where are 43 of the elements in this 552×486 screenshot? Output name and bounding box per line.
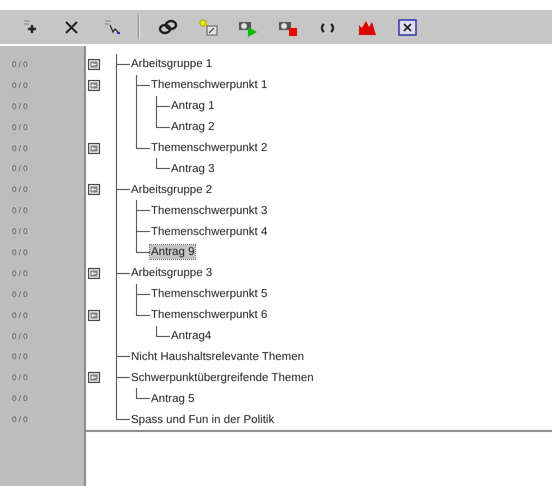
tree-item[interactable]: Themenschwerpunkt 2 xyxy=(150,141,268,155)
count-label: 0 / 0 xyxy=(11,102,29,111)
tree-item[interactable]: Arbeitsgruppe 2 xyxy=(130,182,214,197)
tree-item[interactable]: Spass und Fun in der Politik xyxy=(130,412,276,427)
tree-item[interactable]: Antrag 9 xyxy=(150,245,196,260)
count-label: 0 / 0 xyxy=(11,415,29,424)
tree-item[interactable]: Antrag 1 xyxy=(170,99,216,114)
count-label: 0 / 0 xyxy=(11,164,29,174)
count-label: 0 / 0 xyxy=(11,352,29,362)
tree-item[interactable]: Arbeitsgruppe 1 xyxy=(130,57,214,72)
count-label: 0 / 0 xyxy=(11,80,29,90)
count-label: 0 / 0 xyxy=(11,290,29,299)
node-icon[interactable] xyxy=(88,142,100,154)
count-label: 0 / 0 xyxy=(11,394,29,404)
tree-item[interactable]: Schwerpunktübergreifende Themen xyxy=(130,370,315,385)
count-label: 0 / 0 xyxy=(11,268,29,278)
tree-item[interactable]: Antrag 2 xyxy=(170,120,216,134)
tree-item[interactable]: Themenschwerpunkt 4 xyxy=(150,224,268,239)
node-icon[interactable] xyxy=(88,184,100,196)
tree-item[interactable]: Antrag4 xyxy=(170,329,212,344)
count-label: 0 / 0 xyxy=(11,227,29,236)
tree-item[interactable]: Antrag 5 xyxy=(150,392,196,406)
tree-item[interactable]: Themenschwerpunkt 5 xyxy=(150,287,268,302)
tree-item[interactable]: Themenschwerpunkt 1 xyxy=(150,78,268,92)
node-icon[interactable] xyxy=(88,372,100,384)
tree-item[interactable]: Themenschwerpunkt 3 xyxy=(150,204,268,218)
count-label: 0 / 0 xyxy=(11,310,29,320)
node-icon[interactable] xyxy=(88,80,100,91)
count-label: 0 / 0 xyxy=(11,373,29,382)
tree-item[interactable]: Nicht Haushaltsrelevante Themen xyxy=(130,350,306,364)
node-icon[interactable] xyxy=(88,310,100,321)
count-label: 0 / 0 xyxy=(11,144,29,152)
tree-item[interactable]: Arbeitsgruppe 3 xyxy=(130,266,214,280)
count-label: 0 / 0 xyxy=(11,60,29,69)
node-icon[interactable] xyxy=(88,268,100,279)
count-label: 0 / 0 xyxy=(11,206,29,216)
count-label: 0 / 0 xyxy=(11,332,29,341)
count-label: 0 / 0 xyxy=(11,185,29,194)
count-label: 0 / 0 xyxy=(11,248,29,257)
count-label: 0 / 0 xyxy=(11,122,29,132)
tree-item[interactable]: Themenschwerpunkt 6 xyxy=(150,308,268,322)
node-icon[interactable] xyxy=(88,58,100,70)
tree-item[interactable]: Antrag 3 xyxy=(170,162,216,176)
